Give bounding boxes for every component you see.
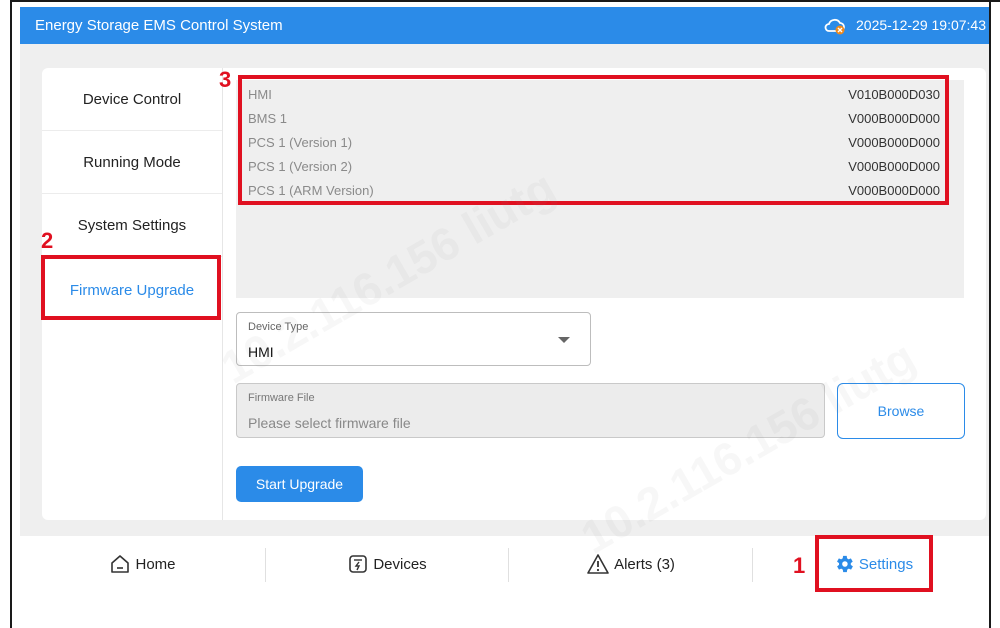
- home-icon: [111, 555, 130, 573]
- annotation-box-1: [815, 535, 933, 592]
- datetime-display: 2025-12-29 19:07:43: [856, 17, 986, 33]
- tab-home[interactable]: Home: [20, 536, 265, 592]
- cloud-disconnected-icon: [824, 18, 845, 35]
- annotation-label-2: 2: [41, 228, 54, 253]
- device-type-select[interactable]: Device Type HMI: [236, 312, 591, 366]
- alert-icon: [587, 554, 609, 574]
- annotation-box-3: [238, 75, 949, 205]
- annotation-label-1: 1: [793, 553, 806, 578]
- firmware-file-label: Firmware File: [248, 392, 315, 404]
- sidebar-item-running-mode[interactable]: Running Mode: [42, 131, 222, 194]
- tab-alerts[interactable]: Alerts (3): [509, 536, 752, 592]
- tab-separator: [752, 548, 753, 582]
- dropdown-arrow-icon: [558, 337, 570, 343]
- browse-button[interactable]: Browse: [837, 383, 965, 439]
- annotation-box-2: [41, 255, 221, 320]
- tab-devices[interactable]: Devices: [266, 536, 508, 592]
- device-type-value: HMI: [248, 344, 274, 360]
- firmware-file-placeholder: Please select firmware file: [248, 415, 411, 431]
- sidebar-item-system-settings[interactable]: System Settings: [42, 194, 222, 257]
- firmware-file-field[interactable]: Firmware File Please select firmware fil…: [236, 383, 825, 438]
- devices-icon: [349, 555, 368, 573]
- tab-alerts-label: Alerts (3): [614, 555, 675, 573]
- app-title: Energy Storage EMS Control System: [35, 17, 283, 34]
- sidebar-item-device-control[interactable]: Device Control: [42, 68, 222, 131]
- sidebar-divider: [222, 68, 223, 520]
- annotation-label-3: 3: [219, 67, 232, 92]
- tab-devices-label: Devices: [373, 555, 427, 573]
- tab-home-label: Home: [135, 555, 176, 573]
- device-type-label: Device Type: [248, 321, 309, 333]
- screen-frame-right: [989, 0, 991, 628]
- top-bar: Energy Storage EMS Control System 2025-1…: [20, 7, 989, 44]
- start-upgrade-button[interactable]: Start Upgrade: [236, 466, 363, 502]
